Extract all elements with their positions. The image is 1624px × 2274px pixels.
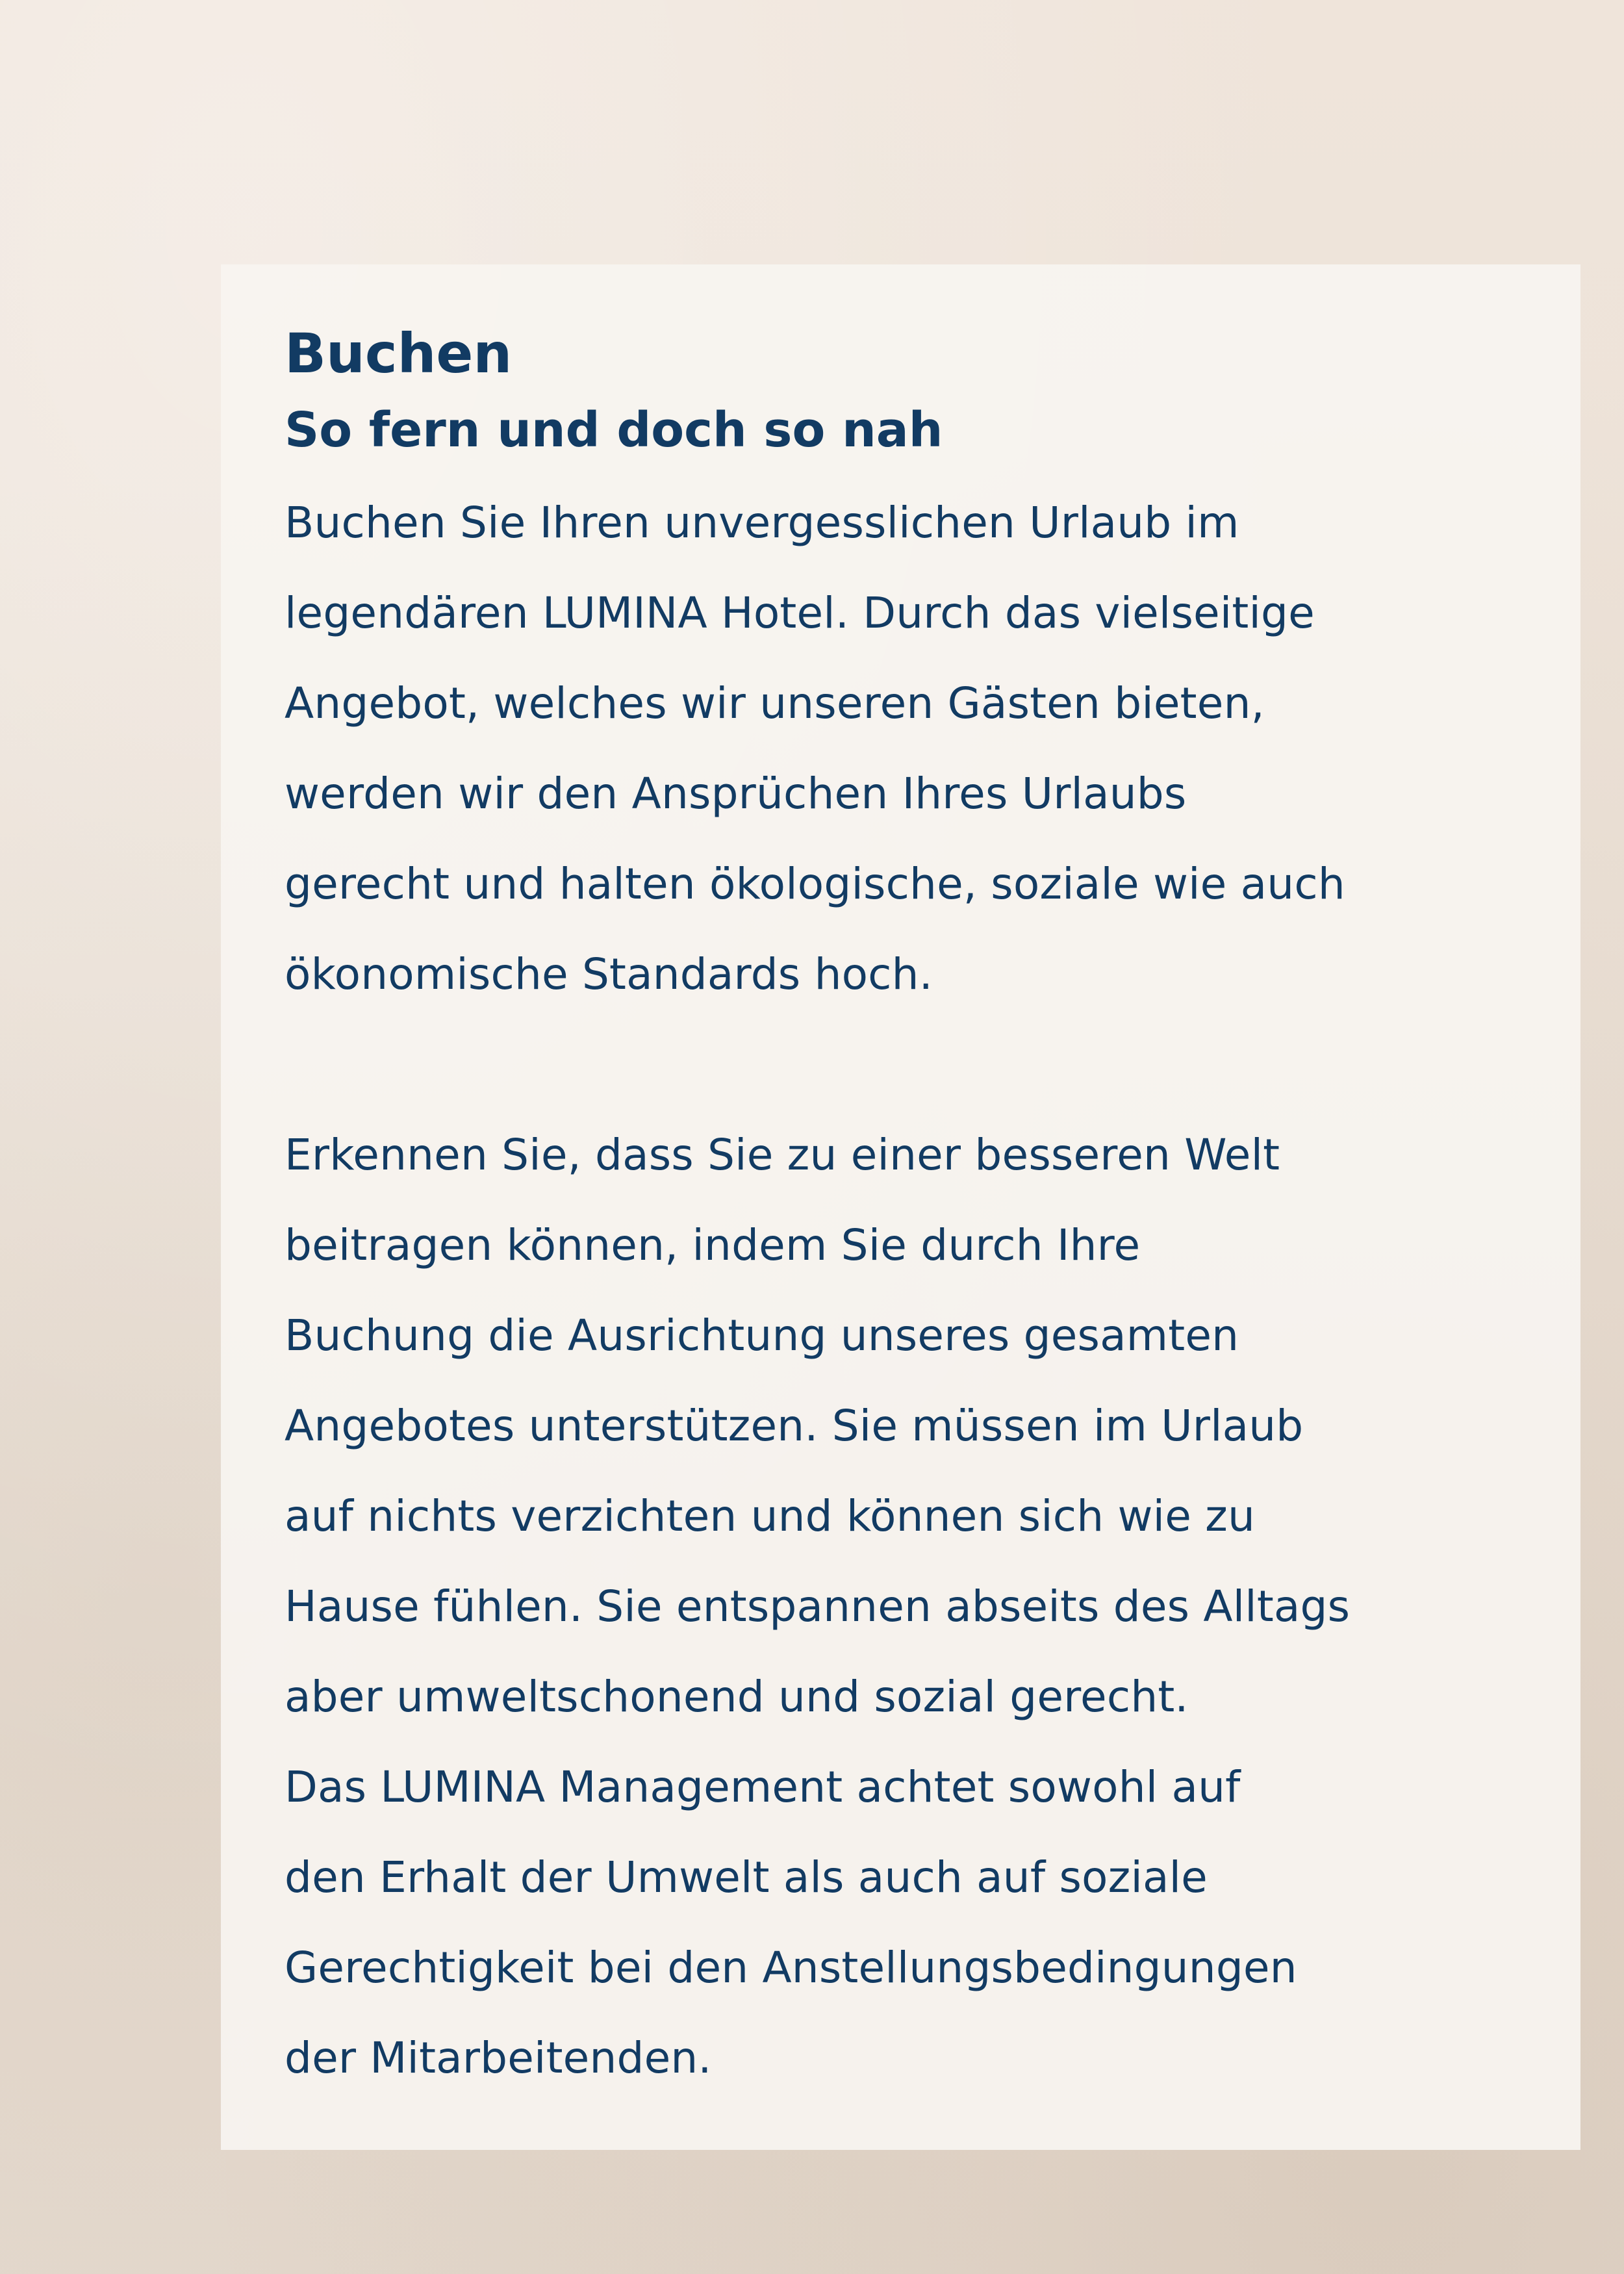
paragraph-sustainability: Erkennen Sie, dass Sie zu einer besseren… bbox=[285, 1110, 1535, 2103]
text-line: der Mitarbeitenden. bbox=[285, 2033, 712, 2083]
text-line: beitragen können, indem Sie durch Ihre bbox=[285, 1220, 1141, 1270]
text-line: aber umweltschonend und sozial gerecht. bbox=[285, 1672, 1189, 1722]
text-line: legendären LUMINA Hotel. Durch das viels… bbox=[285, 588, 1315, 638]
text-line: Buchen Sie Ihren unvergesslichen Urlaub … bbox=[285, 498, 1239, 548]
text-line: ökonomische Standards hoch. bbox=[285, 949, 933, 999]
text-line: gerecht und halten ökologische, soziale … bbox=[285, 859, 1345, 909]
page-subtitle: So fern und doch so nah bbox=[285, 402, 943, 458]
text-line: Gerechtigkeit bei den Anstellungsbedingu… bbox=[285, 1943, 1297, 1993]
content-panel: Buchen So fern und doch so nah Buchen Si… bbox=[221, 264, 1580, 2150]
text-line: Angebot, welches wir unseren Gästen biet… bbox=[285, 678, 1265, 728]
text-line: Erkennen Sie, dass Sie zu einer besseren… bbox=[285, 1130, 1280, 1180]
text-line: Buchung die Ausrichtung unseres gesamten bbox=[285, 1310, 1239, 1361]
text-line: Das LUMINA Management achtet sowohl auf bbox=[285, 1762, 1241, 1812]
text-line: den Erhalt der Umwelt als auch auf sozia… bbox=[285, 1852, 1208, 1902]
text-line: auf nichts verzichten und können sich wi… bbox=[285, 1491, 1256, 1541]
text-line: Angebotes unterstützen. Sie müssen im Ur… bbox=[285, 1401, 1304, 1451]
page-title: Buchen bbox=[285, 322, 513, 385]
text-line: Hause fühlen. Sie entspannen abseits des… bbox=[285, 1581, 1351, 1631]
text-line: werden wir den Ansprüchen Ihres Urlaubs bbox=[285, 769, 1187, 819]
paragraph-booking-intro: Buchen Sie Ihren unvergesslichen Urlaub … bbox=[285, 478, 1535, 1019]
